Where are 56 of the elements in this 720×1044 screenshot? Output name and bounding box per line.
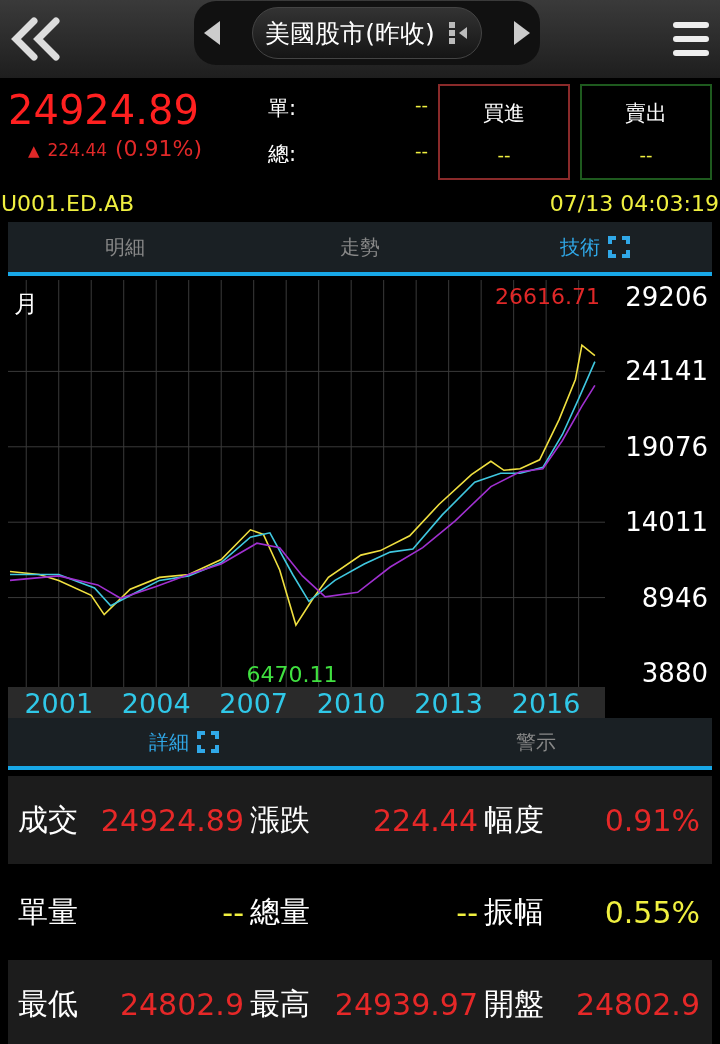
stat-label: 幅度: [484, 800, 544, 839]
stat-value: 0.91%: [604, 802, 700, 838]
axis-label: 2016: [511, 688, 581, 718]
change-value: 224.44: [47, 140, 108, 160]
field-value: --: [415, 140, 428, 163]
axis-label: 3880: [641, 658, 708, 688]
back-icon[interactable]: [10, 17, 62, 61]
change-percent: (0.91%): [115, 136, 203, 161]
axis-label: 2001: [24, 688, 94, 718]
stat-value: 24924.89: [100, 802, 244, 838]
previous-icon[interactable]: [204, 21, 220, 45]
stat-label: 最高: [250, 984, 310, 1023]
stat-label: 漲跌: [250, 800, 310, 839]
tab[interactable]: 明細: [8, 222, 243, 276]
tab[interactable]: 走勢: [242, 222, 478, 276]
tab[interactable]: 技術: [477, 222, 712, 276]
stat-value: --: [456, 894, 478, 930]
axis-label: 29206: [625, 282, 708, 312]
sell-button[interactable]: 賣出 --: [580, 84, 712, 180]
axis-label: 19076: [625, 431, 708, 462]
up-arrow: ▲: [28, 142, 40, 160]
stat-value: 24802.9: [119, 986, 244, 1022]
switch-icon[interactable]: [448, 22, 469, 44]
stat-label: 最低: [18, 984, 78, 1023]
buy-button[interactable]: 買進 --: [438, 84, 570, 180]
next-icon[interactable]: [514, 21, 530, 45]
stat-value: --: [222, 894, 244, 930]
high-value-label: 26616.71: [495, 284, 600, 309]
stat-label: 振幅: [484, 892, 544, 931]
index-price: 24924.89: [8, 86, 200, 135]
symbol-code: U001.ED.AB: [1, 190, 135, 216]
stat-label: 成交: [18, 800, 78, 839]
low-value-label: 6470.11: [246, 662, 338, 687]
axis-label: 2004: [121, 688, 191, 718]
tab[interactable]: 詳細: [8, 718, 360, 770]
stat-label: 總量: [250, 892, 310, 931]
axis-label: 2010: [316, 688, 386, 718]
field-value: --: [415, 94, 428, 117]
menu-icon[interactable]: [672, 21, 710, 57]
axis-label: 2007: [219, 688, 289, 718]
tab[interactable]: 警示: [360, 718, 712, 770]
update-time: 07/13 04:03:19: [549, 190, 719, 216]
axis-label: 2013: [414, 688, 483, 718]
field-label: 總:: [268, 141, 297, 168]
stat-value: 224.44: [373, 802, 478, 838]
axis-label: 24141: [625, 356, 708, 387]
field-label: 單:: [268, 95, 297, 122]
market-title: 美國股市(昨收): [265, 17, 435, 50]
period-label: 月: [14, 290, 38, 318]
axis-label: 8946: [641, 582, 708, 613]
stat-value: 24939.97: [334, 986, 478, 1022]
axis-label: 14011: [625, 507, 708, 538]
stat-value: 0.55%: [604, 894, 700, 930]
stat-label: 單量: [18, 892, 78, 931]
stat-value: 24802.9: [575, 986, 700, 1022]
stat-label: 開盤: [484, 984, 544, 1023]
